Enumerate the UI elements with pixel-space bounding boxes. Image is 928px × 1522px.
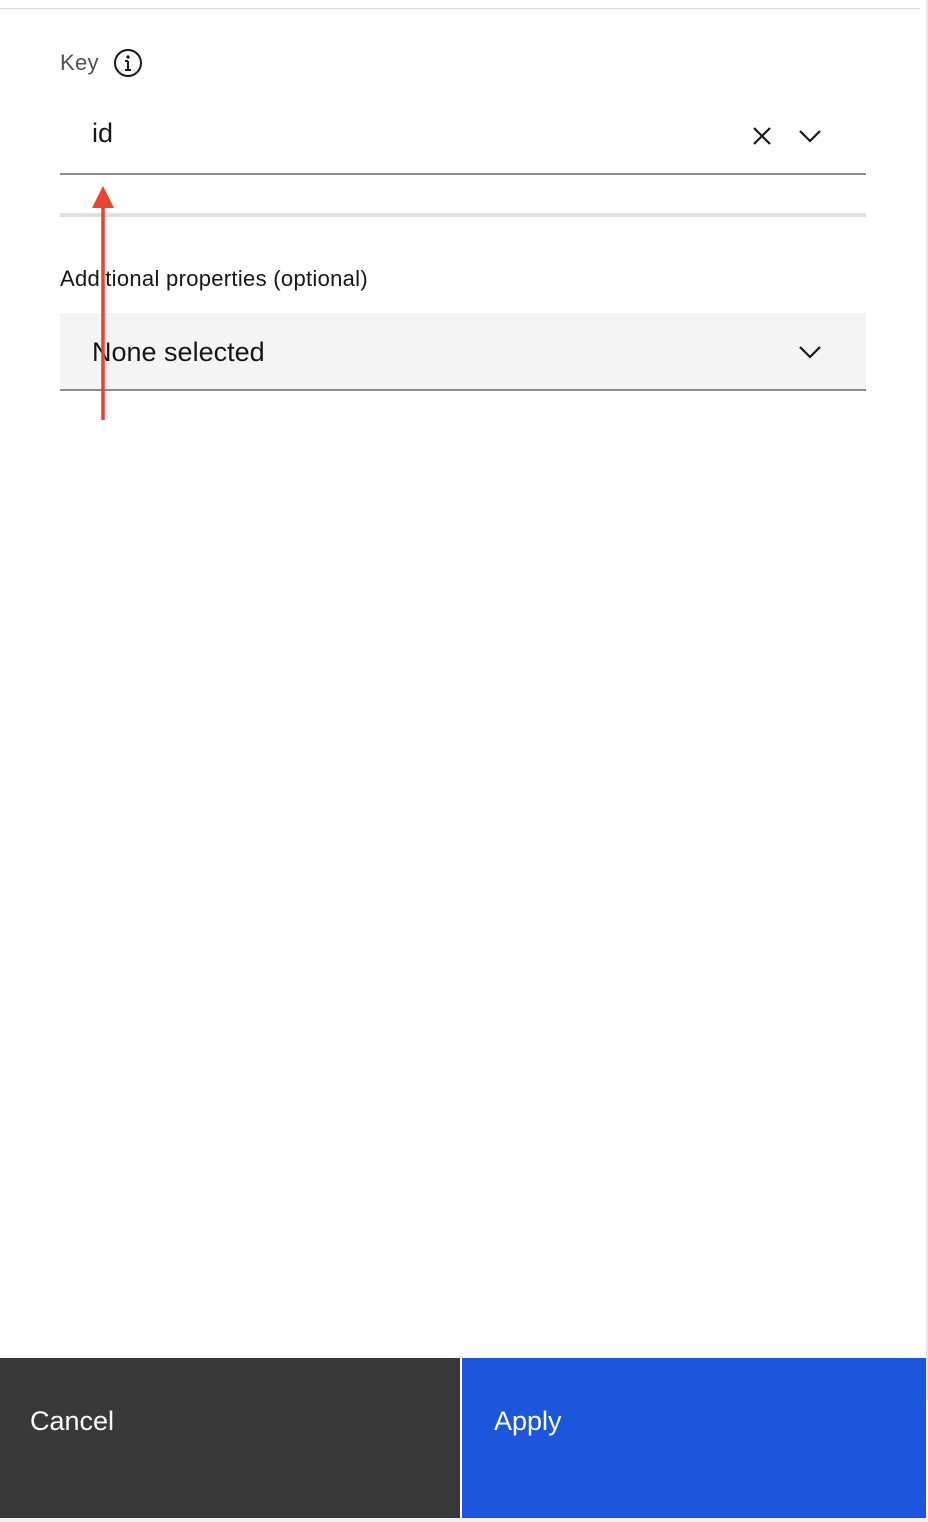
close-icon[interactable] [748,122,776,150]
key-combobox[interactable]: id [60,98,866,175]
cancel-button[interactable]: Cancel [0,1358,460,1518]
key-value[interactable]: id [92,118,113,149]
field-divider [60,213,866,217]
information-icon[interactable] [113,48,143,78]
key-label: Key [60,50,99,75]
additional-properties-label: Additional properties (optional) [60,266,368,291]
additional-properties-dropdown[interactable]: None selected [60,313,866,391]
chevron-down-icon[interactable] [796,122,824,150]
annotation-arrow-icon [92,186,114,420]
properties-panel: Key id Additional properties (optional) … [0,0,928,1522]
apply-button[interactable]: Apply [462,1358,926,1518]
chevron-down-icon[interactable] [796,338,824,366]
top-divider [0,8,920,9]
footer-actions: Cancel Apply [0,1358,928,1522]
additional-properties-value: None selected [92,337,265,367]
bottom-edge [0,1518,928,1522]
key-label-row: Key [60,48,143,78]
